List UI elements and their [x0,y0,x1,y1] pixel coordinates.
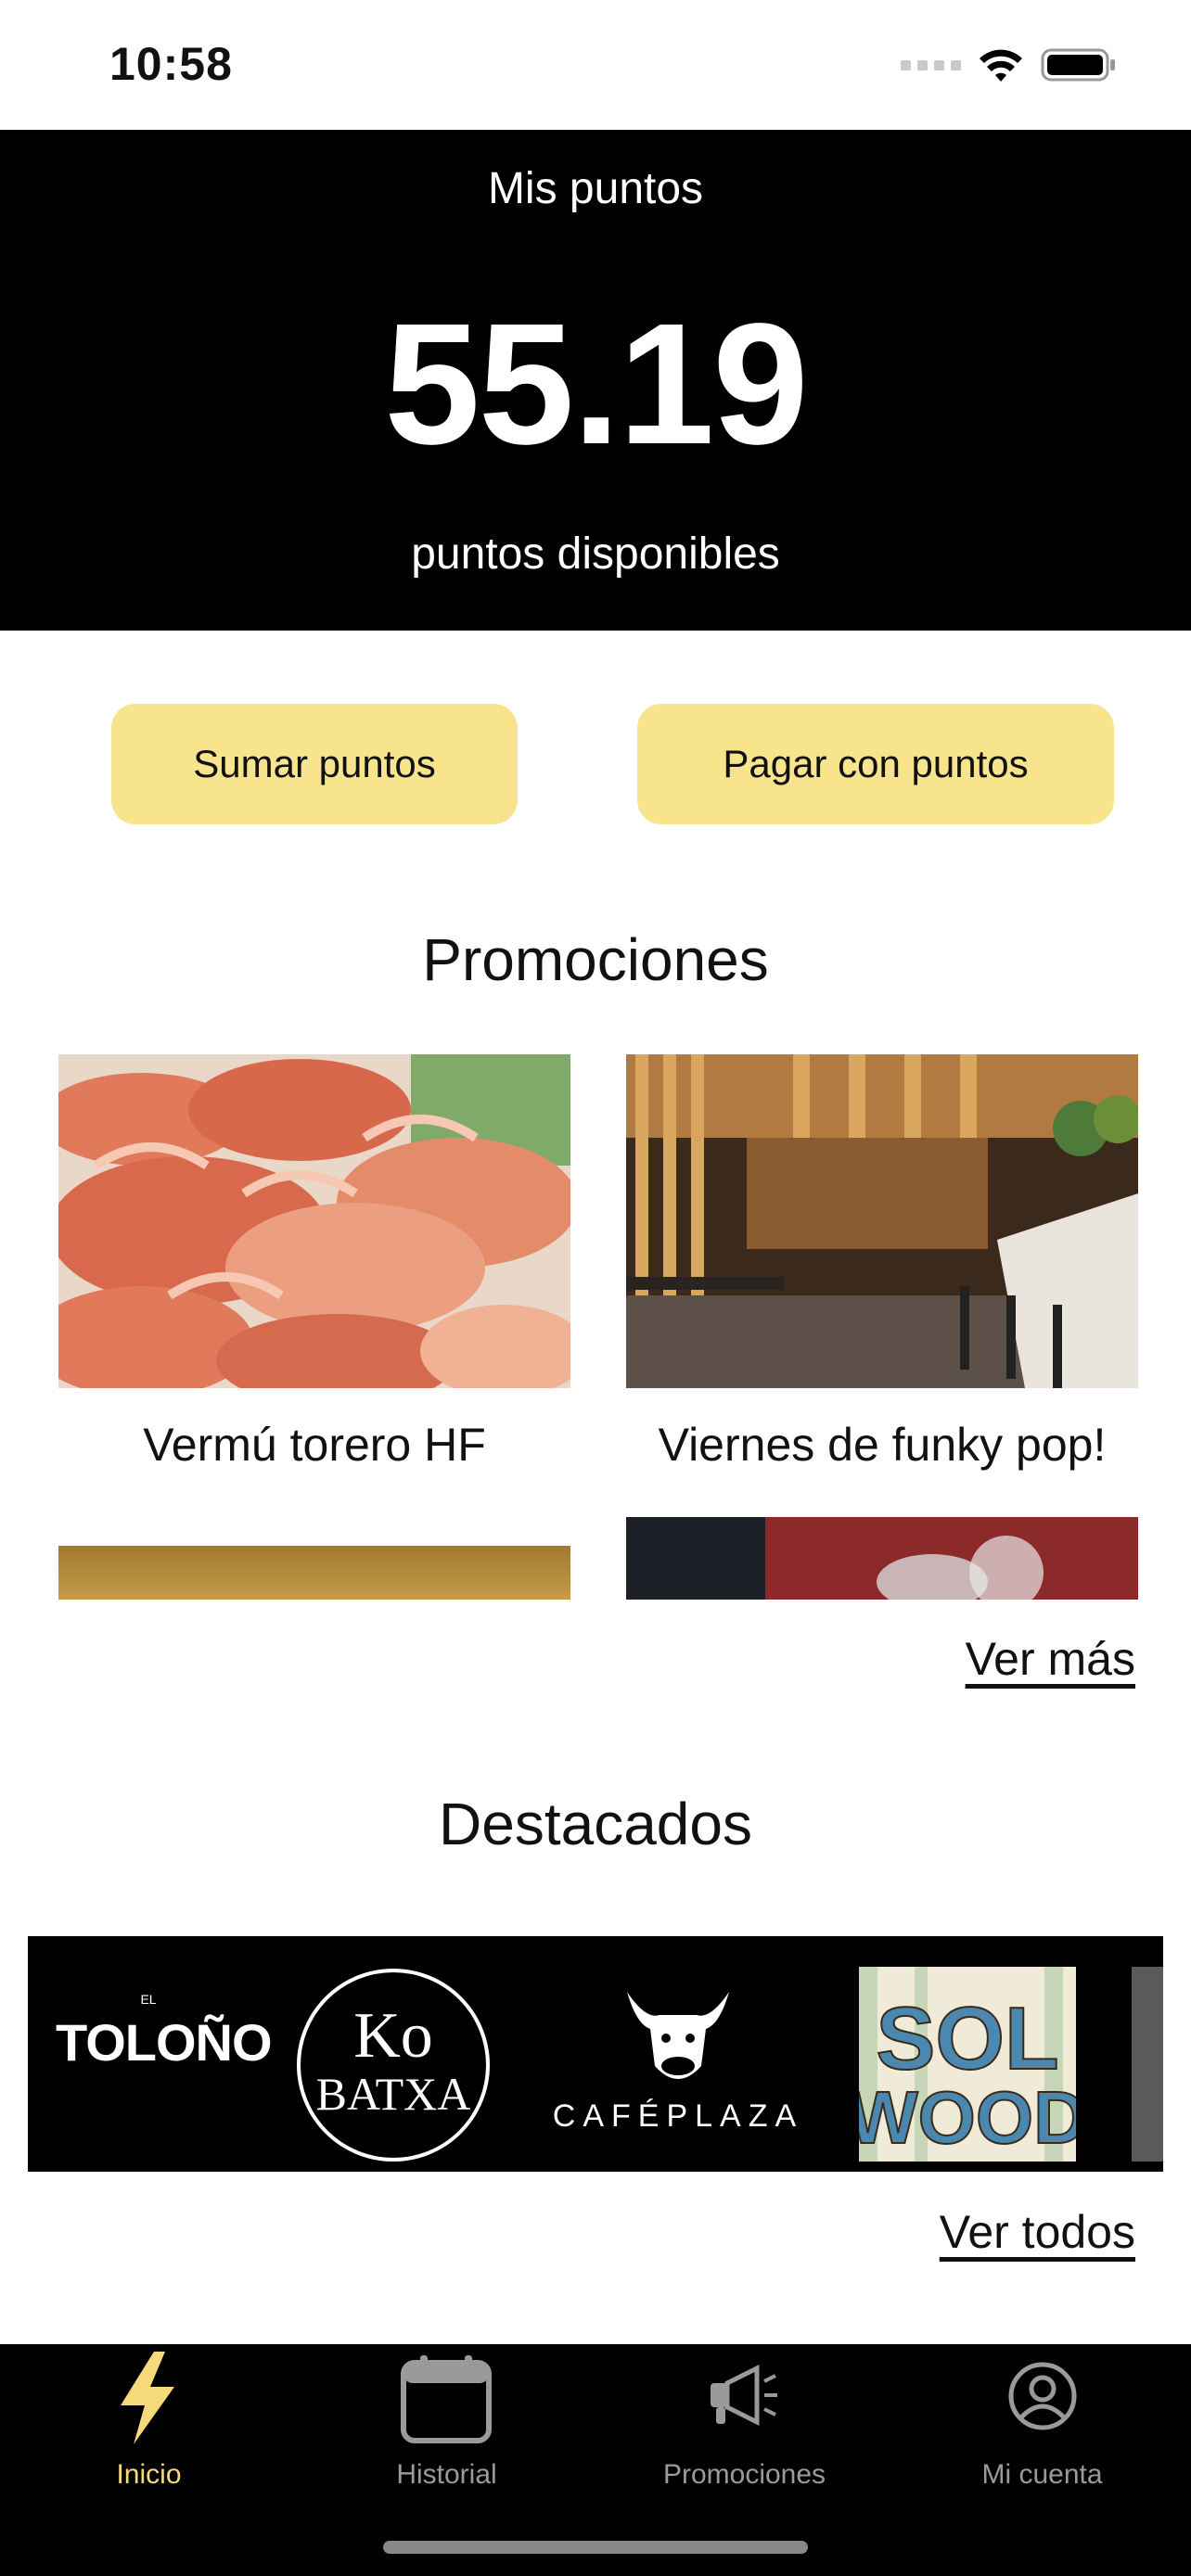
points-header: Mis puntos 55.19 puntos disponibles [0,130,1191,631]
tab-label: Historial [396,2459,497,2490]
featured-logo-tolono[interactable]: EL TOLOÑO [56,1992,273,2112]
promo-image-shrimp [58,1054,570,1388]
promo-label: Viernes de funky pop! [658,1419,1107,1471]
cellular-signal-icon [901,59,961,70]
points-subtitle: puntos disponibles [411,529,780,579]
status-time: 10:58 [109,38,233,90]
see-more-promotions-link[interactable]: Ver más [966,1632,1135,1686]
promo-card-partial[interactable] [58,1546,570,1600]
promotions-title: Promociones [422,926,769,993]
points-title: Mis puntos [487,164,704,213]
see-all-featured-link[interactable]: Ver todos [940,2205,1135,2259]
featured-logo-solwood[interactable]: SOL WOOD [847,1967,1088,2162]
megaphone-icon [711,2365,777,2427]
status-bar: 10:58 [0,0,1191,130]
svg-text:SOL: SOL [876,1989,1058,2088]
promo-card-partial[interactable] [626,1517,1138,1600]
tab-promociones[interactable]: Promociones [596,2344,893,2502]
bull-head-icon [627,1992,729,2079]
bolt-icon [121,2352,174,2444]
featured-title: Destacados [439,1791,752,1857]
wifi-icon [980,49,1022,82]
tab-label: Inicio [116,2459,182,2490]
svg-text:WOOD: WOOD [859,2076,1076,2159]
featured-strip[interactable]: EL TOLOÑO Ko BATXA CAFÉPLAZA SOL WOOD [28,1936,1163,2172]
points-value: 55.19 [384,288,808,480]
tab-label: Promociones [662,2459,826,2490]
tab-mi-cuenta[interactable]: Mi cuenta [893,2344,1191,2502]
home-indicator[interactable] [383,2541,808,2554]
promo-card[interactable]: Viernes de funky pop! [626,1054,1138,1471]
calendar-icon [401,2355,492,2443]
add-points-button[interactable]: Sumar puntos [111,704,518,824]
featured-logo-kobatxa[interactable]: Ko BATXA [297,1969,490,2162]
tab-label: Mi cuenta [981,2459,1103,2490]
pay-with-points-button[interactable]: Pagar con puntos [637,704,1114,824]
tab-historial[interactable]: Historial [298,2344,596,2502]
user-circle-icon [1008,2362,1077,2430]
battery-icon [1041,48,1115,82]
featured-logo-partial[interactable] [1132,1967,1163,2162]
promo-card[interactable]: Vermú torero HF [58,1054,570,1471]
tab-inicio[interactable]: Inicio [0,2344,298,2502]
promo-image-bar [626,1054,1138,1388]
featured-logo-cafeplaza[interactable]: CAFÉPLAZA [544,1983,813,2149]
status-icons [901,46,1117,83]
promo-label: Vermú torero HF [143,1419,486,1471]
